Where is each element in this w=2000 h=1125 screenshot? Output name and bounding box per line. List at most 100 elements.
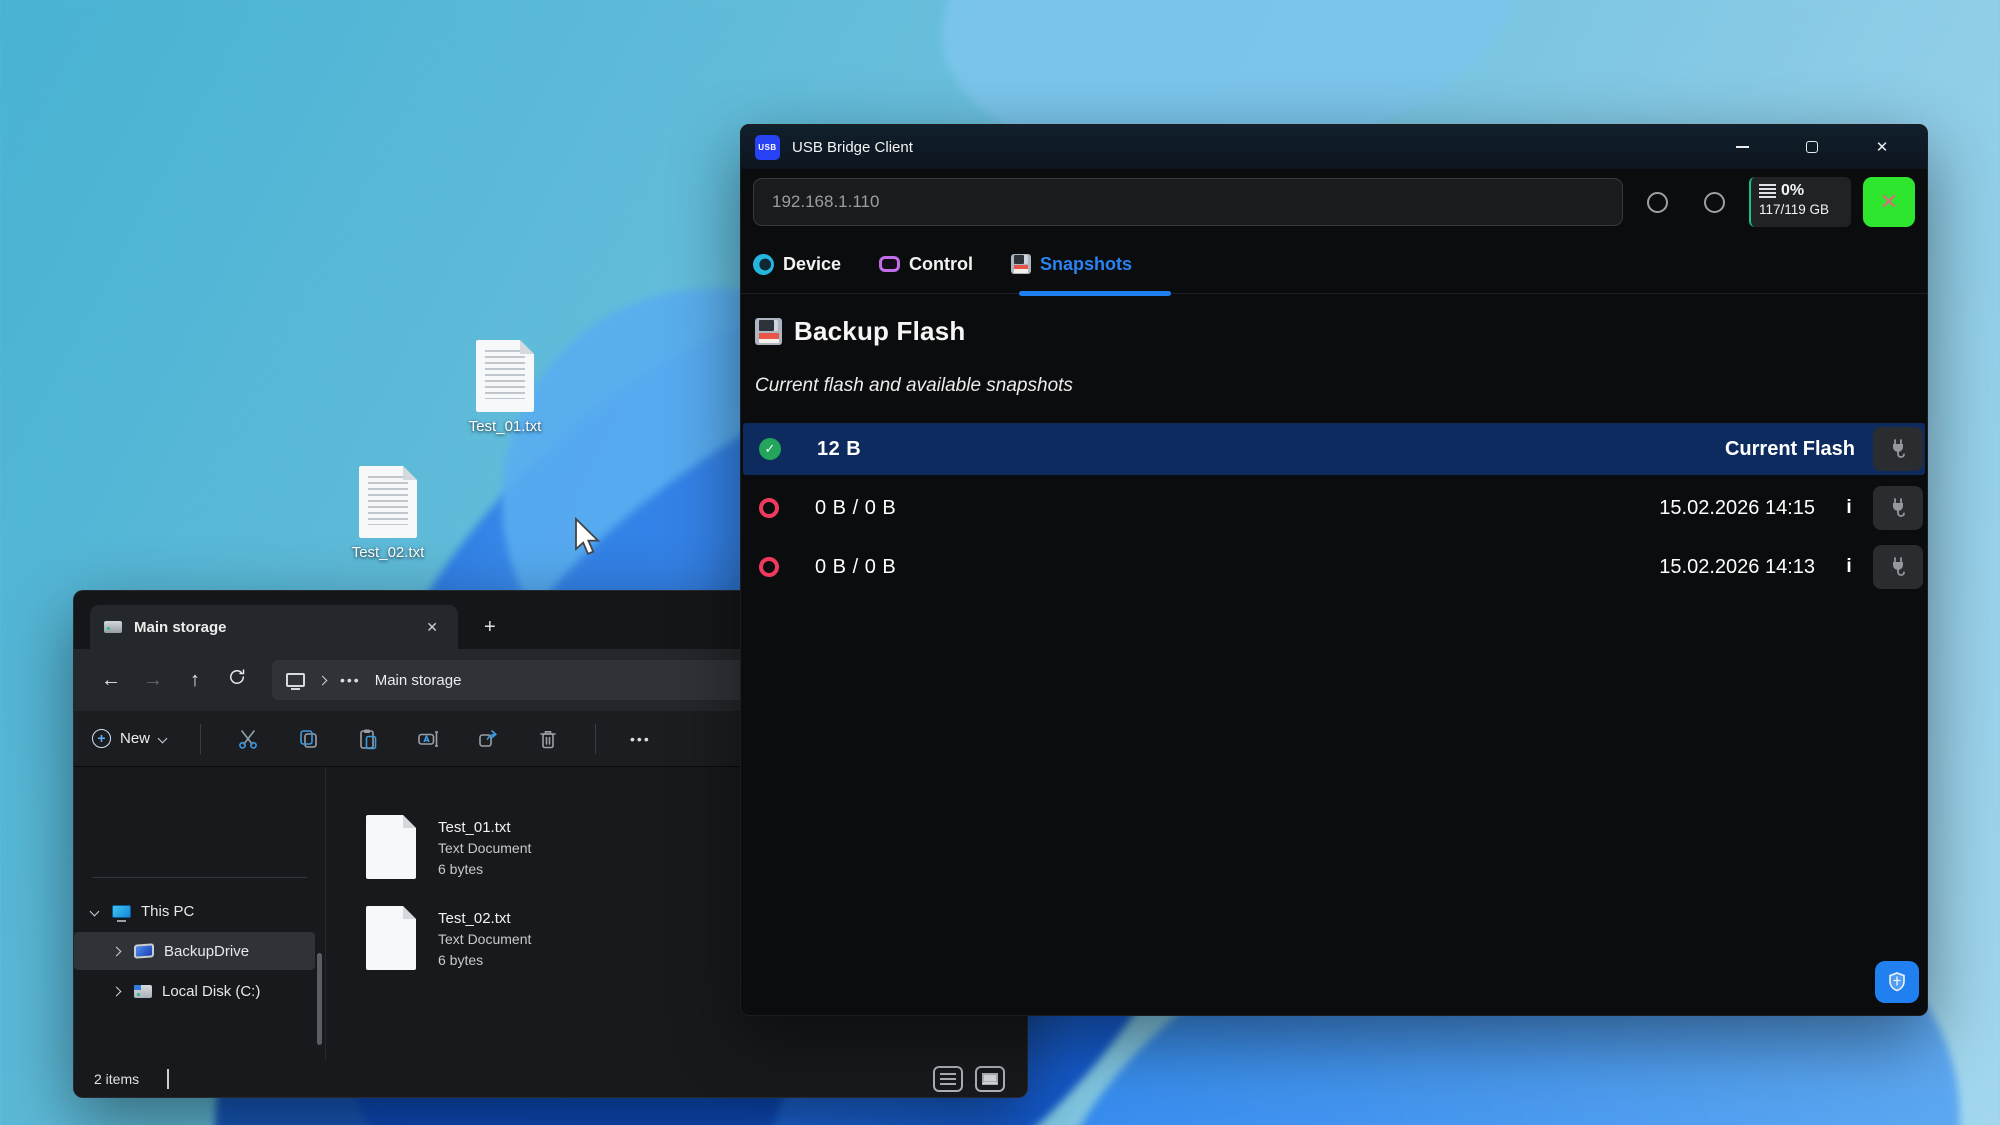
maximize-icon	[1806, 141, 1818, 153]
ip-address-input[interactable]	[753, 178, 1623, 226]
info-button[interactable]: i	[1843, 556, 1855, 578]
paste-button[interactable]	[355, 726, 381, 752]
shield-icon	[1885, 970, 1909, 994]
breadcrumb-ellipsis-icon[interactable]: •••	[340, 672, 361, 688]
storage-list-icon	[1759, 184, 1776, 198]
delete-button[interactable]	[535, 726, 561, 752]
empty-ring-icon	[759, 557, 779, 577]
snapshot-timestamp: 15.02.2026 14:13	[1659, 556, 1815, 579]
storage-percent: 0%	[1781, 182, 1804, 200]
copy-button[interactable]	[295, 726, 321, 752]
rename-button[interactable]	[415, 726, 441, 752]
flash-size: 12 B	[817, 438, 861, 461]
large-icons-view-icon	[982, 1073, 998, 1085]
up-button[interactable]: ↑	[174, 669, 216, 692]
share-button[interactable]	[475, 726, 501, 752]
new-button[interactable]: + New	[92, 729, 166, 748]
file-size: 6 bytes	[438, 950, 531, 971]
usb-tabs: Device Control Snapshots	[741, 249, 1927, 279]
sidebar-item-backupdrive[interactable]: BackupDrive	[74, 932, 315, 970]
snapshot-timestamp: 15.02.2026 14:15	[1659, 497, 1815, 520]
file-type: Text Document	[438, 838, 531, 859]
usb-bridge-window: USB USB Bridge Client ✕ 0% 117/119 GB ✕ …	[740, 124, 1928, 1016]
file-size: 6 bytes	[438, 859, 531, 880]
forward-button[interactable]: →	[132, 669, 174, 692]
page-subtitle: Current flash and available snapshots	[755, 375, 1915, 397]
chevron-right-icon	[318, 675, 328, 685]
explorer-status-bar: 2 items	[74, 1061, 1027, 1097]
mount-button[interactable]	[1873, 427, 1923, 471]
cut-button[interactable]	[235, 726, 261, 752]
drive-icon	[104, 621, 122, 633]
connection-row: 0% 117/119 GB ✕	[741, 169, 1927, 227]
file-name: Test_02.txt	[438, 908, 531, 929]
chevron-down-icon	[158, 734, 168, 744]
close-button[interactable]: ✕	[1847, 125, 1917, 169]
breadcrumb-location[interactable]: Main storage	[375, 672, 462, 689]
navigation-pane: This PC BackupDrive Local Disk (C:)	[74, 767, 326, 1083]
status-indicator-2	[1704, 192, 1725, 213]
nav-scrollbar[interactable]	[317, 953, 322, 1045]
desktop-icon-test01[interactable]: Test_01.txt	[443, 340, 567, 435]
more-options-button[interactable]: •••	[630, 731, 651, 747]
refresh-button[interactable]	[216, 667, 258, 693]
chevron-right-icon	[111, 946, 121, 956]
sidebar-item-label: This PC	[141, 903, 194, 920]
maximize-button[interactable]	[1777, 125, 1847, 169]
toolbar-divider	[595, 724, 596, 754]
file-type: Text Document	[438, 929, 531, 950]
back-button[interactable]: ←	[90, 669, 132, 692]
x-icon: ✕	[1880, 189, 1898, 215]
status-caret	[167, 1069, 169, 1089]
floppy-disk-icon	[1011, 254, 1031, 274]
sidebar-item-this-pc[interactable]: This PC	[74, 892, 315, 930]
tab-close-icon[interactable]: ✕	[420, 617, 444, 638]
tab-label: Snapshots	[1040, 254, 1132, 275]
snapshot-list: ✓ 12 B Current Flash 0 B / 0 B 15.02.202…	[743, 423, 1925, 593]
desktop-icon-label: Test_01.txt	[443, 418, 567, 435]
minimize-button[interactable]	[1707, 125, 1777, 169]
tab-label: Control	[909, 254, 973, 275]
details-view-button[interactable]	[933, 1066, 963, 1092]
tab-snapshots[interactable]: Snapshots	[1011, 254, 1132, 275]
current-flash-label: Current Flash	[1725, 438, 1855, 461]
usb-app-icon: USB	[755, 135, 780, 160]
desktop-icon-test02[interactable]: Test_02.txt	[326, 466, 450, 561]
this-pc-icon	[112, 905, 131, 918]
snapshot-row[interactable]: 0 B / 0 B 15.02.2026 14:15 i	[743, 482, 1925, 534]
security-shield-button[interactable]	[1875, 961, 1919, 1003]
new-button-label: New	[120, 730, 150, 747]
status-indicator-1	[1647, 192, 1668, 213]
snapshot-row[interactable]: 0 B / 0 B 15.02.2026 14:13 i	[743, 541, 1925, 593]
tab-indicator-zone	[741, 289, 1927, 296]
info-button[interactable]: i	[1843, 497, 1855, 519]
tab-control[interactable]: Control	[879, 254, 973, 275]
tab-device[interactable]: Device	[753, 254, 841, 275]
empty-ring-icon	[759, 498, 779, 518]
plus-circle-icon: +	[92, 729, 111, 748]
large-icons-view-button[interactable]	[975, 1066, 1005, 1092]
tabs-divider	[741, 293, 1927, 294]
mount-button[interactable]	[1873, 545, 1923, 589]
text-file-icon	[359, 466, 417, 538]
active-tab-indicator	[1019, 291, 1171, 296]
minimize-icon	[1736, 146, 1749, 148]
usb-title-bar[interactable]: USB USB Bridge Client ✕	[741, 125, 1927, 169]
page-heading: Backup Flash	[755, 316, 1915, 347]
disconnect-button[interactable]: ✕	[1863, 177, 1915, 227]
file-name: Test_01.txt	[438, 817, 531, 838]
device-icon	[753, 254, 774, 275]
nav-separator	[92, 877, 307, 878]
text-file-icon	[366, 815, 416, 879]
text-file-icon	[366, 906, 416, 970]
snapshot-size: 0 B / 0 B	[815, 556, 896, 579]
explorer-tab-main-storage[interactable]: Main storage ✕	[90, 605, 458, 649]
new-tab-button[interactable]: +	[484, 616, 496, 639]
floppy-disk-icon	[755, 318, 782, 345]
snapshot-row-current[interactable]: ✓ 12 B Current Flash	[743, 423, 1925, 475]
storage-capacity: 117/119 GB	[1759, 202, 1843, 217]
sidebar-item-local-disk[interactable]: Local Disk (C:)	[74, 972, 315, 1010]
chevron-down-icon	[89, 906, 99, 916]
text-file-icon	[476, 340, 534, 412]
mount-button[interactable]	[1873, 486, 1923, 530]
